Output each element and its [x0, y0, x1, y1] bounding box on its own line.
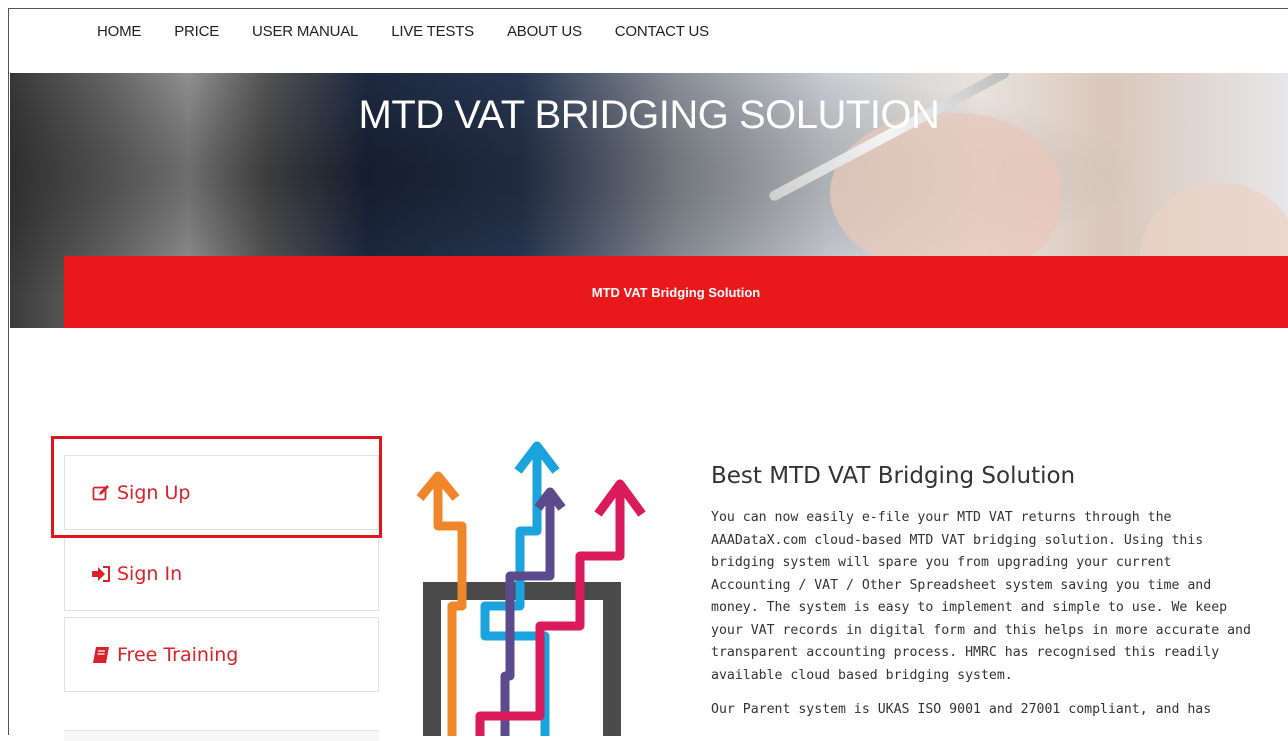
- second-paragraph: Our Parent system is UKAS ISO 9001 and 2…: [711, 702, 1212, 717]
- nav-about-us[interactable]: ABOUT US: [507, 23, 582, 40]
- free-training-label: Free Training: [117, 643, 239, 666]
- intro-paragraph: You can now easily e-file your MTD VAT r…: [711, 510, 1251, 683]
- sign-in-label: Sign In: [117, 562, 183, 585]
- breadcrumb-bar: MTD VAT Bridging Solution: [64, 256, 1288, 328]
- nav-contact-us[interactable]: CONTACT US: [615, 23, 709, 40]
- sidebar-next-item: [64, 730, 379, 741]
- hero-banner: MTD VAT BRIDGING SOLUTION MTD VAT Bridgi…: [10, 73, 1288, 328]
- breadcrumb: MTD VAT Bridging Solution: [591, 284, 761, 300]
- nav-live-tests[interactable]: LIVE TESTS: [391, 23, 474, 40]
- sign-in-icon: [91, 564, 111, 584]
- free-training-button[interactable]: Free Training: [64, 617, 379, 692]
- sign-up-highlight-box: [51, 436, 382, 538]
- main-content: Best MTD VAT Bridging Solution You can n…: [711, 463, 1251, 734]
- sign-in-button[interactable]: Sign In: [64, 536, 379, 611]
- book-icon: [91, 645, 111, 665]
- section-heading: Best MTD VAT Bridging Solution: [711, 463, 1076, 489]
- main-navigation: HOME PRICE USER MANUAL LIVE TESTS ABOUT …: [97, 23, 742, 40]
- nav-price[interactable]: PRICE: [174, 23, 219, 40]
- nav-user-manual[interactable]: USER MANUAL: [252, 23, 358, 40]
- nav-home[interactable]: HOME: [97, 23, 141, 40]
- hero-title: MTD VAT BRIDGING SOLUTION: [358, 93, 940, 137]
- bridging-arrows-illustration: [416, 441, 646, 736]
